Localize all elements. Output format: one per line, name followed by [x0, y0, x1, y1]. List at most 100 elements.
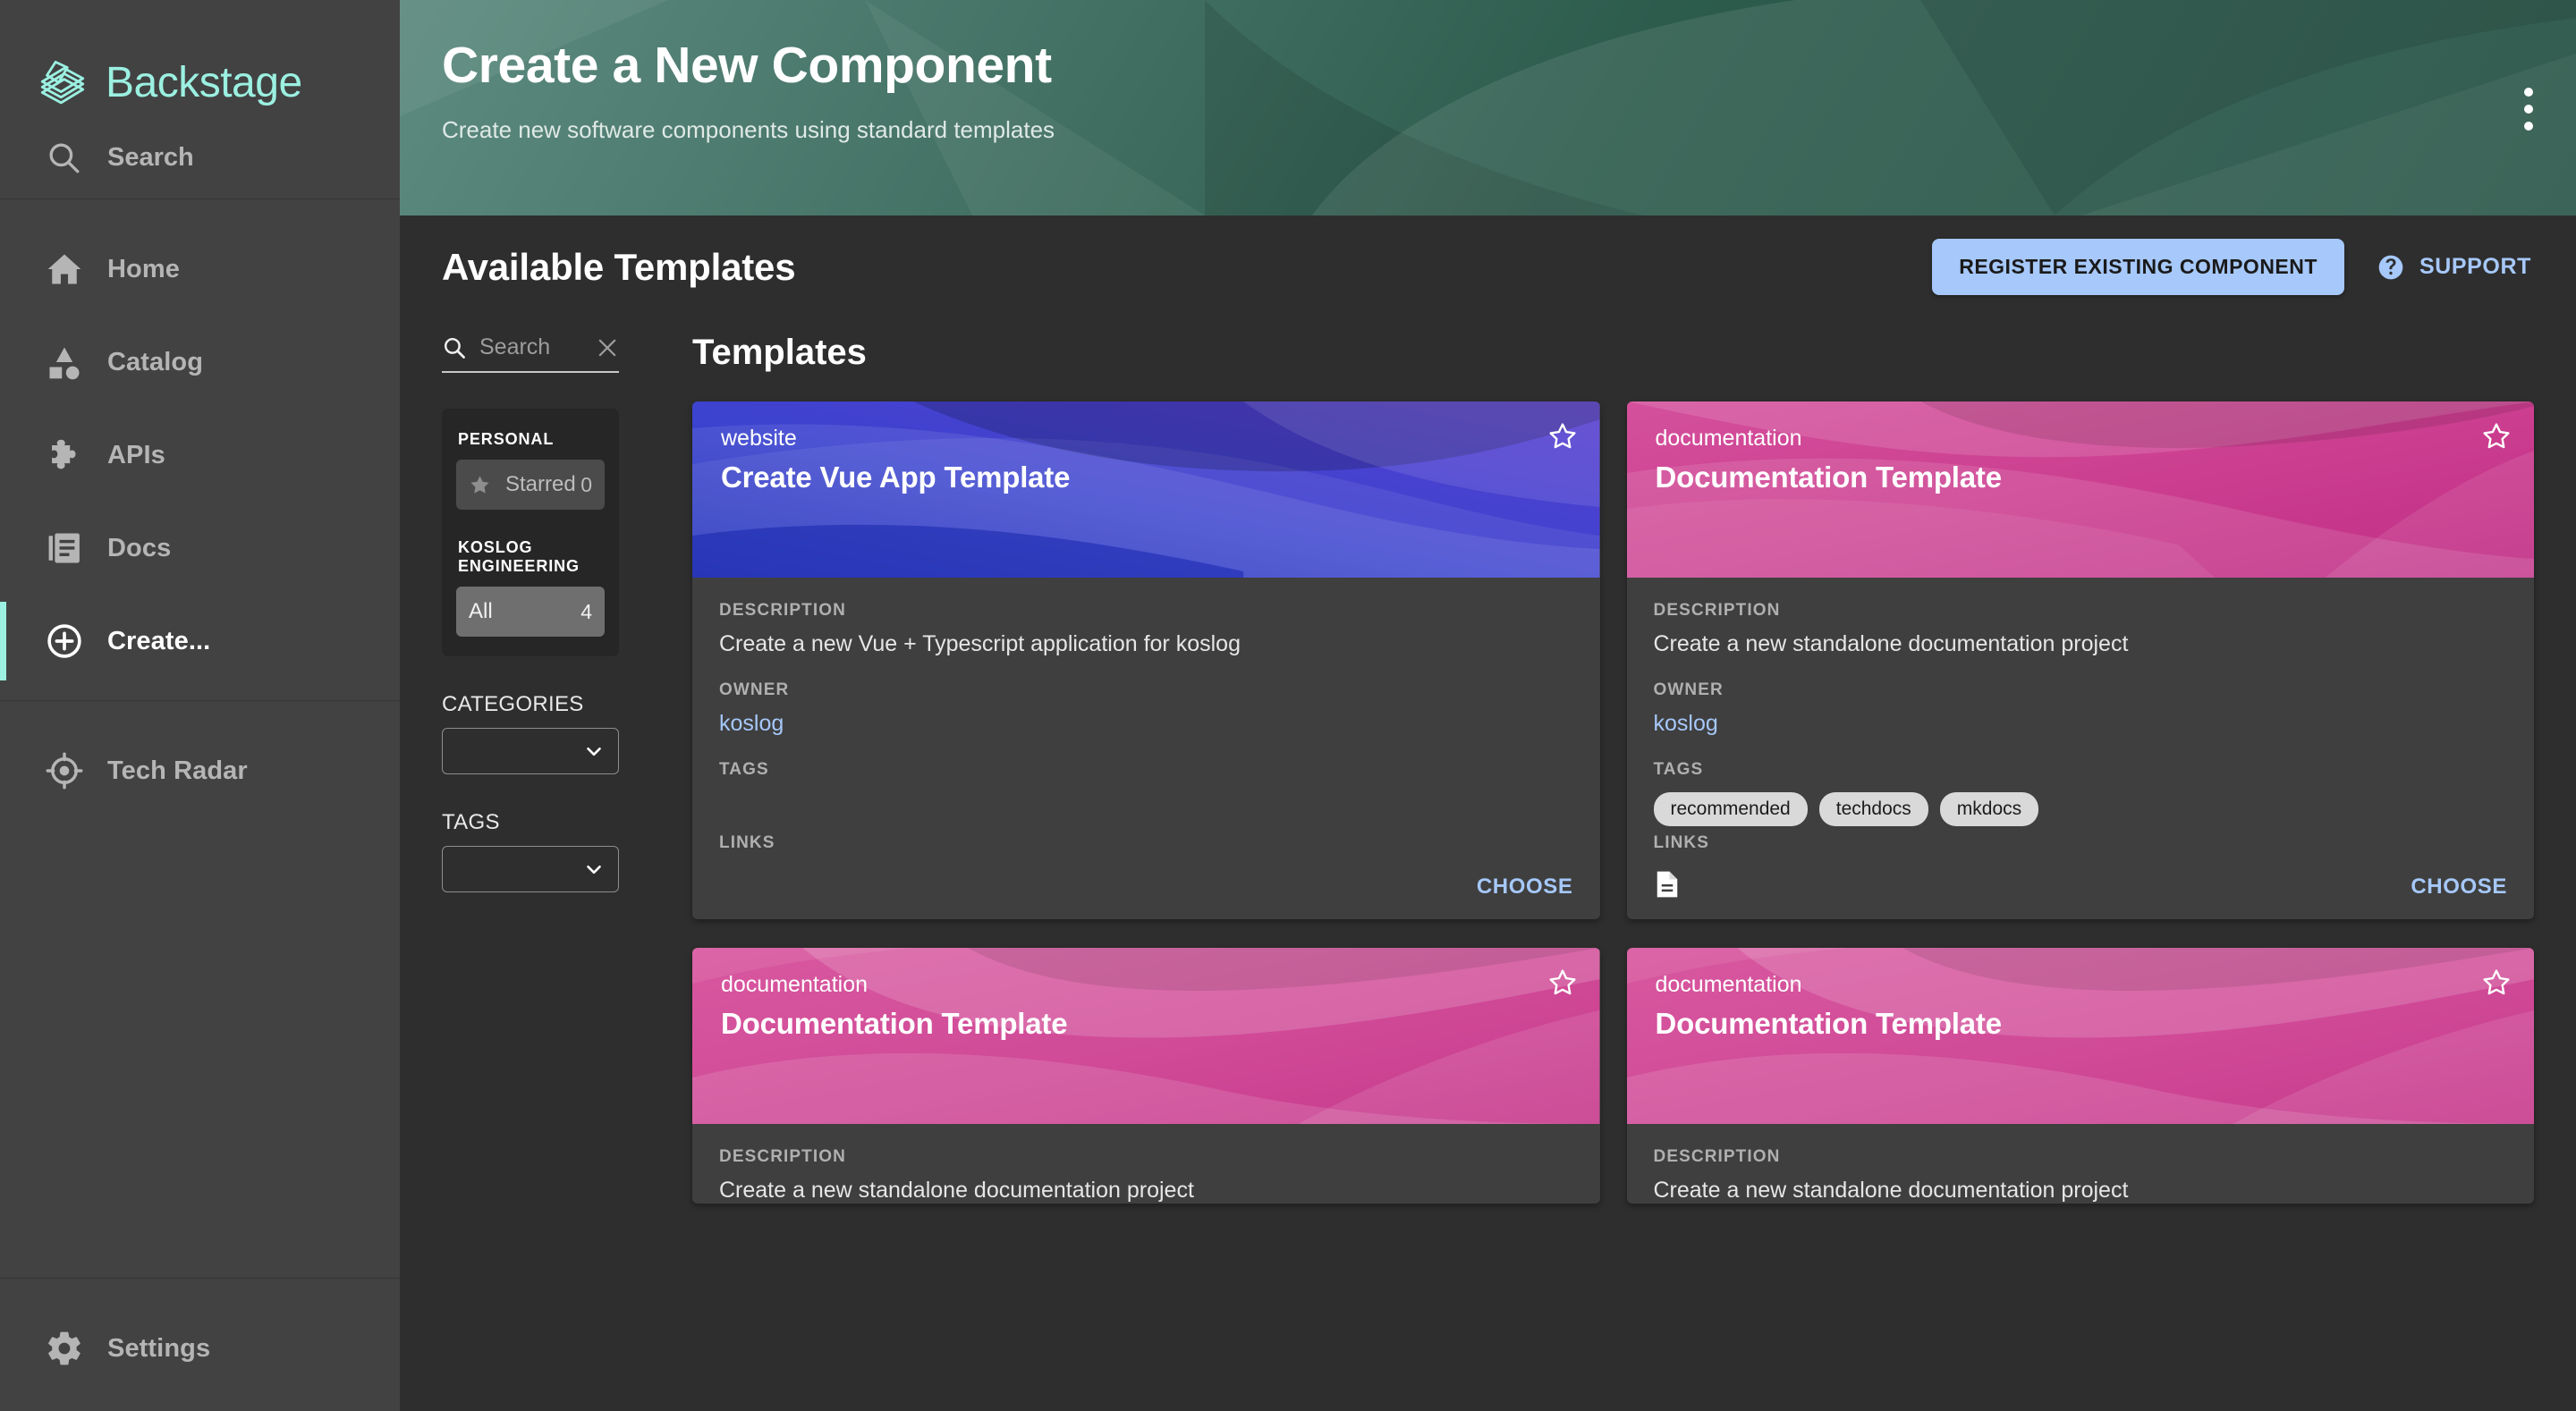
- owner-label: OWNER: [719, 680, 1573, 700]
- sidebar-item-label: Create...: [107, 627, 210, 656]
- tag-chip[interactable]: mkdocs: [1940, 792, 2038, 826]
- star-outline-icon[interactable]: [2481, 967, 2512, 998]
- sidebar-item-home[interactable]: Home: [0, 223, 400, 316]
- close-icon[interactable]: [596, 336, 619, 359]
- available-templates-title: Available Templates: [442, 246, 795, 289]
- template-card-headings: documentation Documentation Template: [1627, 948, 2535, 1041]
- template-links-row: CHOOSE: [1654, 853, 2508, 919]
- more-vertical-icon[interactable]: [2515, 79, 2542, 139]
- support-label: SUPPORT: [2419, 254, 2531, 280]
- page-banner: Create a New Component Create new softwa…: [400, 0, 2576, 215]
- template-kind: documentation: [721, 972, 1600, 998]
- filter-gap: [456, 510, 605, 533]
- template-card-headings: documentation Documentation Template: [692, 948, 1600, 1041]
- description-label: DESCRIPTION: [719, 601, 1573, 621]
- template-search-box[interactable]: Search: [442, 329, 619, 373]
- template-links-row: CHOOSE: [719, 853, 1573, 919]
- radar-target-icon: [45, 751, 84, 790]
- template-description: Create a new Vue + Typescript applicatio…: [719, 631, 1573, 657]
- gap: [1654, 737, 2508, 760]
- template-card[interactable]: documentation Documentation Template DES…: [1627, 948, 2535, 1204]
- content-header: Available Templates REGISTER EXISTING CO…: [442, 215, 2576, 318]
- categories-select[interactable]: [442, 728, 619, 774]
- sidebar-primary-nav: Home Catalog APIs: [0, 199, 400, 688]
- template-owner-link[interactable]: koslog: [719, 711, 1573, 737]
- gap: [1654, 657, 2508, 680]
- template-card-media: documentation Documentation Template: [1627, 401, 2535, 578]
- template-name: Documentation Template: [1656, 460, 2535, 494]
- filter-row-starred[interactable]: Starred 0: [456, 460, 605, 510]
- brand[interactable]: Backstage: [0, 0, 400, 116]
- template-card[interactable]: documentation Documentation Template DES…: [1627, 401, 2535, 919]
- template-search-input[interactable]: Search: [479, 334, 583, 360]
- sidebar-bottom-nav: Settings: [0, 1279, 400, 1411]
- template-card-body: DESCRIPTION Create a new standalone docu…: [1627, 1124, 2535, 1204]
- sidebar-item-tech-radar[interactable]: Tech Radar: [0, 724, 400, 817]
- catalog-shapes-icon: [45, 342, 84, 382]
- template-card-media: documentation Documentation Template: [1627, 948, 2535, 1124]
- links-label: LINKS: [719, 833, 1573, 853]
- sidebar-item-label: Tech Radar: [107, 756, 248, 786]
- gap: [719, 657, 1573, 680]
- choose-button[interactable]: CHOOSE: [2411, 874, 2507, 900]
- sidebar-search-label: Search: [107, 143, 194, 173]
- description-label: DESCRIPTION: [719, 1147, 1573, 1167]
- sidebar-item-catalog[interactable]: Catalog: [0, 316, 400, 409]
- template-name: Documentation Template: [1656, 1007, 2535, 1041]
- doc-file-icon[interactable]: [1654, 869, 1681, 900]
- filter-row-label: All: [469, 599, 493, 624]
- sidebar-item-apis[interactable]: APIs: [0, 409, 400, 502]
- chevron-down-icon: [582, 739, 606, 763]
- template-card[interactable]: website Create Vue App Template DESCRIPT…: [692, 401, 1600, 919]
- star-outline-icon[interactable]: [2481, 421, 2512, 452]
- template-card-headings: website Create Vue App Template: [692, 401, 1600, 494]
- search-icon: [45, 139, 82, 176]
- star-outline-icon[interactable]: [1547, 421, 1578, 452]
- template-card-body: DESCRIPTION Create a new standalone docu…: [1627, 578, 2535, 919]
- links-label: LINKS: [1654, 833, 2508, 853]
- filter-row-label: Starred: [505, 472, 576, 497]
- template-card-media: documentation Documentation Template: [692, 948, 1600, 1124]
- page-subtitle: Create new software components using sta…: [442, 116, 2576, 144]
- template-card-headings: documentation Documentation Template: [1627, 401, 2535, 494]
- filter-group-heading: KOSLOG ENGINEERING: [456, 533, 605, 576]
- sidebar-item-label: Home: [107, 255, 180, 284]
- tags-label: TAGS: [442, 810, 652, 835]
- template-card-body: DESCRIPTION Create a new standalone docu…: [692, 1124, 1600, 1204]
- documents-icon: [45, 528, 84, 568]
- support-link[interactable]: SUPPORT: [2377, 253, 2531, 282]
- template-card[interactable]: documentation Documentation Template DES…: [692, 948, 1600, 1204]
- filter-row-all[interactable]: All 4: [456, 587, 605, 637]
- sidebar-item-create[interactable]: Create...: [0, 595, 400, 688]
- filter-row-count: 4: [580, 600, 592, 624]
- template-name: Create Vue App Template: [721, 460, 1600, 494]
- tags-select[interactable]: [442, 846, 619, 892]
- register-existing-component-button[interactable]: REGISTER EXISTING COMPONENT: [1932, 239, 2344, 295]
- template-kind: documentation: [1656, 426, 2535, 452]
- content-header-actions: REGISTER EXISTING COMPONENT SUPPORT: [1932, 239, 2531, 295]
- gap: [719, 737, 1573, 760]
- page-title: Create a New Component: [442, 39, 2576, 93]
- sidebar-search[interactable]: Search: [0, 116, 400, 199]
- star-outline-icon[interactable]: [1547, 967, 1578, 998]
- sidebar-item-settings[interactable]: Settings: [0, 1302, 400, 1395]
- choose-button[interactable]: CHOOSE: [1477, 874, 1573, 900]
- main-content: Create a New Component Create new softwa…: [400, 0, 2576, 1411]
- template-owner-link[interactable]: koslog: [1654, 711, 2508, 737]
- template-tags: recommended techdocs mkdocs: [1654, 792, 2508, 826]
- templates-title: Templates: [692, 318, 2534, 373]
- filter-group-heading: PERSONAL: [456, 425, 605, 449]
- tags-label: TAGS: [1654, 760, 2508, 780]
- app-root: Backstage Search Home: [0, 0, 2576, 1411]
- sidebar-item-docs[interactable]: Docs: [0, 502, 400, 595]
- sidebar-item-label: Catalog: [107, 348, 203, 377]
- brand-name: Backstage: [106, 62, 302, 105]
- template-card-body: DESCRIPTION Create a new Vue + Typescrip…: [692, 578, 1600, 919]
- tag-chip[interactable]: recommended: [1654, 792, 1808, 826]
- backstage-stack-logo-icon: [38, 58, 88, 108]
- tag-chip[interactable]: techdocs: [1819, 792, 1928, 826]
- content-area: Available Templates REGISTER EXISTING CO…: [400, 215, 2576, 1411]
- chevron-down-icon: [582, 858, 606, 881]
- dot: [2524, 105, 2533, 114]
- template-name: Documentation Template: [721, 1007, 1600, 1041]
